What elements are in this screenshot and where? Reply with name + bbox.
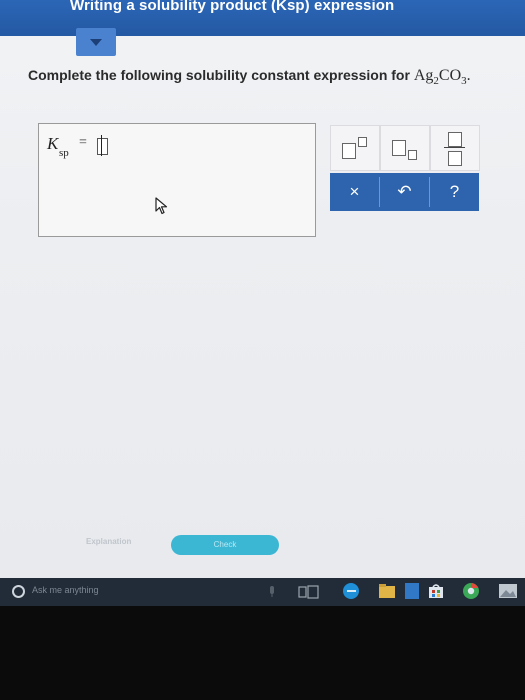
store-icon[interactable] — [428, 583, 444, 599]
question-text: Complete the following solubility consta… — [28, 67, 471, 87]
denominator-box-icon — [448, 151, 462, 166]
base-box-icon — [342, 143, 356, 159]
page-title: Writing a solubility product (Ksp) expre… — [70, 0, 395, 14]
undo-button[interactable]: ↶ — [380, 173, 429, 211]
subscript-box-icon — [408, 150, 417, 160]
help-icon: ? — [449, 182, 460, 201]
clear-button[interactable]: × — [330, 173, 379, 211]
math-tool-panel: × ↶ ? — [330, 125, 480, 213]
formula-ag: Ag — [413, 67, 434, 84]
microphone-icon[interactable] — [268, 586, 276, 598]
edge-browser-icon[interactable] — [342, 582, 360, 600]
fraction-button[interactable] — [430, 125, 480, 171]
mouse-pointer-icon — [155, 197, 168, 215]
formula-co: CO — [438, 67, 462, 84]
fraction-bar-icon — [444, 147, 465, 148]
numerator-box-icon — [448, 132, 462, 147]
input-placeholder-box[interactable] — [97, 138, 108, 155]
superscript-button[interactable] — [330, 125, 380, 171]
collapse-toggle-button[interactable] — [76, 28, 116, 56]
subscript-button[interactable] — [380, 125, 430, 171]
base-box-icon — [392, 140, 406, 156]
question-prefix: Complete the following solubility consta… — [28, 67, 410, 83]
taskbar: Ask me anything — [0, 578, 525, 606]
chrome-icon[interactable] — [462, 582, 480, 600]
formula-period: . — [466, 67, 471, 84]
chemical-formula: Ag2CO3. — [413, 67, 471, 87]
photos-icon[interactable] — [498, 582, 518, 600]
cortana-icon[interactable] — [12, 585, 25, 598]
search-input[interactable]: Ask me anything — [32, 585, 99, 595]
app-icon[interactable] — [405, 583, 419, 599]
chevron-down-icon — [90, 39, 102, 46]
answer-input-area[interactable]: K sp = — [38, 123, 316, 237]
close-icon: × — [349, 182, 360, 201]
task-view-icon[interactable] — [298, 585, 320, 599]
monitor-bezel — [0, 606, 525, 700]
undo-icon: ↶ — [397, 182, 412, 201]
file-explorer-icon[interactable] — [378, 583, 396, 599]
explanation-button[interactable]: Explanation — [86, 537, 131, 546]
equals-sign: = — [79, 135, 87, 150]
superscript-box-icon — [358, 137, 367, 147]
text-cursor — [101, 135, 102, 156]
ksp-subscript: sp — [59, 147, 69, 159]
help-button[interactable]: ? — [430, 173, 479, 211]
action-row: × ↶ ? — [330, 173, 479, 211]
screen: Writing a solubility product (Ksp) expre… — [0, 0, 525, 578]
ksp-symbol: K — [47, 134, 59, 153]
check-button[interactable]: Check — [171, 535, 279, 555]
